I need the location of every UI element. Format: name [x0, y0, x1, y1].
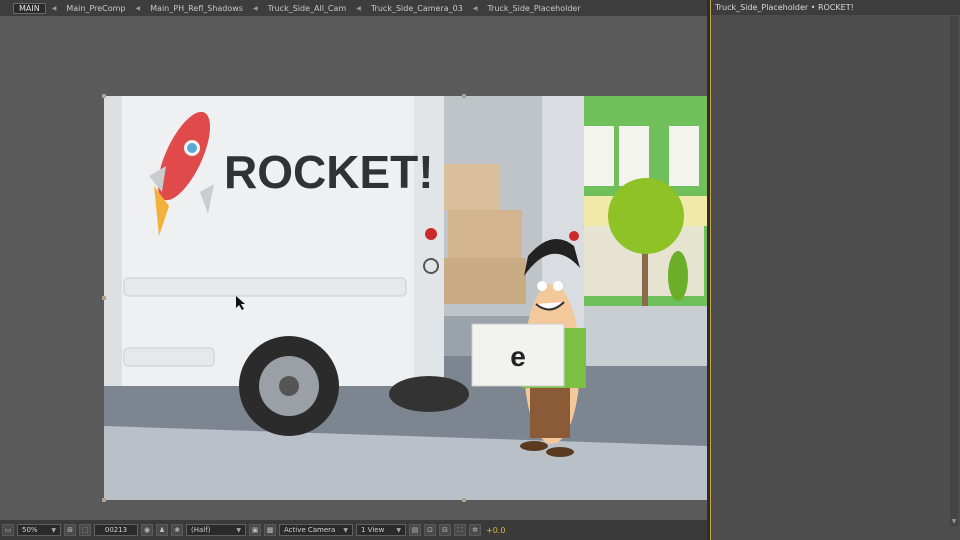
exposure-value[interactable]: +0.0 [486, 526, 505, 535]
resize-handle[interactable] [102, 296, 106, 300]
current-time-field[interactable]: 00213 [94, 524, 138, 536]
magnification-value: 50% [22, 526, 38, 534]
flowchart-icon[interactable]: ⛶ [454, 524, 466, 536]
camera-view-dropdown[interactable]: Active Camera ▼ [279, 524, 353, 536]
layer-panel-scrollbar[interactable] [950, 16, 958, 526]
cardboard-box [444, 164, 500, 210]
resize-handle[interactable] [462, 94, 466, 98]
cardboard-box [448, 210, 522, 258]
current-time-value: 00213 [104, 526, 128, 534]
composition-breadcrumb: MAIN ◀ Main_PreComp ◀ Main_PH_Refl_Shado… [0, 0, 707, 16]
crumb-separator-icon: ◀ [356, 4, 361, 12]
grid-icon[interactable]: ⊞ [64, 524, 76, 536]
crumb-separator-icon: ◀ [252, 4, 258, 12]
fast-previews-toggle-icon[interactable]: ⊡ [424, 524, 436, 536]
camera-view-value: Active Camera [284, 526, 336, 534]
crumb-separator-icon: ◀ [135, 4, 141, 12]
crumb-main-ph-refl-shadows[interactable]: Main_PH_Refl_Shadows [146, 3, 247, 14]
rendered-frame: ROCKET! e [104, 96, 707, 500]
resize-handle[interactable] [102, 94, 106, 98]
crumb-truck-side-all-cam[interactable]: Truck_Side_All_Cam [264, 3, 351, 14]
view-layout-value: 1 View [361, 526, 385, 534]
chevron-down-icon: ▼ [236, 526, 241, 534]
crumb-separator-icon: ◀ [472, 4, 478, 12]
chevron-down-icon: ▼ [51, 526, 56, 534]
snapshot-icon[interactable]: ◉ [141, 524, 153, 536]
transparency-grid-icon[interactable]: ▩ [264, 524, 276, 536]
composition-panel: MAIN ◀ Main_PreComp ◀ Main_PH_Refl_Shado… [0, 0, 707, 540]
always-preview-icon[interactable]: ▭ [2, 524, 14, 536]
view-layout-dropdown[interactable]: 1 View ▼ [356, 524, 406, 536]
fast-previews-icon[interactable]: ▣ [249, 524, 261, 536]
cardboard-box [444, 258, 526, 304]
color-channels-icon[interactable]: ❀ [171, 524, 183, 536]
viewer-toolbar: ▭ 50% ▼ ⊞ ⬚ 00213 ◉ ♟ ❀ (Half) ▼ ▣ ▩ Activ… [0, 520, 707, 540]
magnification-dropdown[interactable]: 50% ▼ [17, 524, 61, 536]
resize-handle[interactable] [462, 498, 466, 502]
layer-panel-title: Truck_Side_Placeholder • ROCKET! [711, 0, 960, 15]
show-snapshot-icon[interactable]: ♟ [156, 524, 168, 536]
scroll-down-icon[interactable]: ▼ [950, 518, 958, 526]
toggle-pixel-aspect-icon[interactable]: ▤ [409, 524, 421, 536]
timeline-icon[interactable]: ⊟ [439, 524, 451, 536]
region-of-interest-icon[interactable]: ⬚ [79, 524, 91, 536]
box-letter: e [510, 341, 526, 372]
chevron-down-icon: ▼ [396, 526, 401, 534]
resolution-value: (Half) [191, 526, 211, 534]
composition-viewer[interactable]: ROCKET! e [104, 96, 707, 500]
crumb-main-precomp[interactable]: Main_PreComp [62, 3, 129, 14]
chevron-down-icon: ▼ [343, 526, 348, 534]
resolution-dropdown[interactable]: (Half) ▼ [186, 524, 246, 536]
exposure-reset-icon[interactable]: ✲ [469, 524, 481, 536]
crumb-separator-icon: ◀ [51, 4, 57, 12]
crumb-truck-side-placeholder[interactable]: Truck_Side_Placeholder [483, 3, 584, 14]
resize-handle[interactable] [102, 498, 106, 502]
layer-panel: Truck_Side_Placeholder • ROCKET! ▲ ▼ [710, 0, 960, 540]
truck-logo-text: ROCKET! [224, 146, 434, 198]
crumb-main[interactable]: MAIN [13, 2, 46, 14]
crumb-truck-side-camera-03[interactable]: Truck_Side_Camera_03 [367, 3, 467, 14]
tree [608, 178, 684, 254]
